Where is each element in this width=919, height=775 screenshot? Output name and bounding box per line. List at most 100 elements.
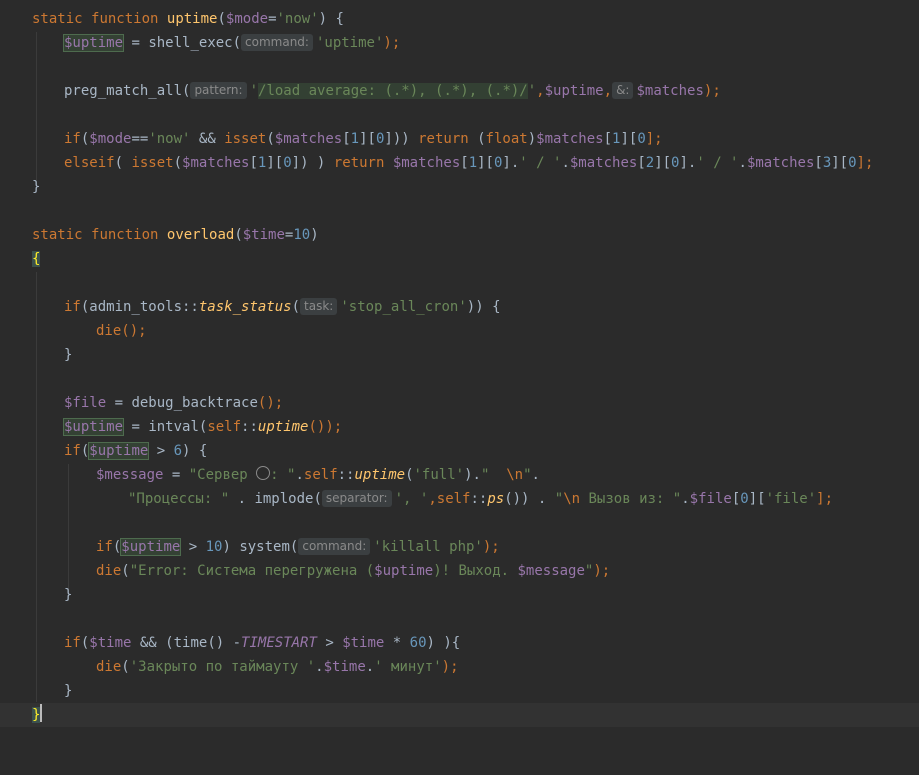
punct: ][: [620, 131, 638, 147]
punct: );: [383, 35, 401, 51]
variable: $matches: [569, 155, 638, 171]
punct: =: [106, 395, 132, 411]
punct: [: [460, 155, 469, 171]
number: 10: [205, 539, 223, 555]
punct: =: [123, 419, 149, 435]
code-line: }: [0, 679, 919, 703]
punct: ,: [428, 491, 437, 507]
keyword: die: [96, 323, 122, 339]
static-method: uptime: [257, 419, 309, 435]
closing-brace: }: [64, 587, 73, 603]
string: ": [523, 467, 532, 483]
punct: ][: [654, 155, 672, 171]
variable-highlighted: $uptime: [88, 442, 150, 460]
parameter-hint: command:: [241, 34, 313, 51]
punct: (: [114, 155, 132, 171]
code-editor[interactable]: static function uptime($mode='now') { $u…: [0, 0, 919, 749]
punct: (: [468, 131, 486, 147]
punct: &&: [190, 131, 225, 147]
punct: ::: [337, 467, 355, 483]
punct: .: [681, 491, 690, 507]
number: 2: [645, 155, 655, 171]
variable-highlighted: $uptime: [62, 34, 125, 52]
function-name: uptime: [166, 11, 218, 27]
punct: >: [180, 539, 206, 555]
string: ' минут': [374, 659, 442, 675]
string: ": [480, 467, 507, 483]
static-method: uptime: [354, 467, 406, 483]
string: ': [527, 83, 537, 99]
number: 0: [740, 491, 749, 507]
punct: ];: [645, 131, 663, 147]
punct: ());: [308, 419, 343, 435]
string: 'killall php': [373, 539, 483, 555]
punct: ();: [257, 395, 284, 411]
punct: ][: [831, 155, 849, 171]
string: ': [249, 83, 259, 99]
code-line: preg_match_all(pattern: '/load average: (…: [0, 79, 919, 103]
punct: ,: [536, 83, 545, 99]
emoji-icon: [256, 466, 271, 480]
variable: $matches: [636, 83, 704, 99]
punct: ==: [131, 131, 149, 147]
punct: );: [482, 539, 500, 555]
punct: .: [472, 467, 481, 483]
parameter-hint: command:: [298, 538, 371, 555]
parameter-hint: pattern:: [190, 82, 247, 99]
keyword: if: [64, 131, 81, 147]
function-call: system(: [239, 539, 299, 555]
code-line: if(admin_tools::task_status(task:'stop_a…: [0, 295, 919, 319]
punct: ,: [603, 83, 613, 99]
string: ' / ': [696, 155, 739, 171]
code-line: if($mode=='now' && isset($matches[1][0])…: [0, 127, 919, 151]
code-line: {: [0, 247, 919, 271]
variable: $time: [342, 635, 385, 651]
number: 6: [173, 443, 183, 459]
punct: );: [593, 563, 611, 579]
variable: $file: [64, 395, 107, 411]
code-line: }: [0, 343, 919, 367]
punct: (: [173, 155, 183, 171]
function-call: preg_match_all(: [64, 83, 191, 99]
punct: .: [315, 659, 324, 675]
code-line: die();: [0, 319, 919, 343]
string: 'now': [148, 131, 191, 147]
punct: .: [738, 155, 747, 171]
function-call: intval(: [148, 419, 208, 435]
number: 0: [848, 155, 857, 171]
text-caret: [40, 704, 43, 722]
string: : ": [270, 467, 296, 483]
punct: =: [123, 35, 149, 51]
keyword: if: [64, 635, 81, 651]
punct: >: [148, 443, 174, 459]
punct: [384, 155, 392, 171]
parameter-hint: separator:: [321, 490, 392, 507]
punct: );: [441, 659, 459, 675]
keyword: self: [436, 491, 471, 507]
keyword: isset: [224, 131, 267, 147]
keyword: isset: [131, 155, 174, 171]
variable: $uptime: [544, 83, 604, 99]
punct: ::: [241, 419, 258, 435]
punct: .: [365, 659, 375, 675]
constant: TIMESTART: [241, 635, 317, 651]
string: 'file': [765, 491, 817, 507]
variable: $matches: [746, 155, 815, 171]
function-call: shell_exec(: [148, 35, 242, 51]
code-line: if($uptime > 6) {: [0, 439, 919, 463]
punct: ) ){: [426, 635, 461, 651]
keyword: function: [91, 11, 159, 27]
string: "Error: Система перегружена (: [129, 563, 375, 579]
punct: [: [342, 131, 351, 147]
string: 'now': [276, 11, 319, 27]
keyword: if: [64, 299, 81, 315]
variable-highlighted: $uptime: [62, 418, 125, 436]
punct: [: [814, 155, 823, 171]
keyword: function: [91, 227, 159, 243]
variable: $matches: [392, 155, 461, 171]
code-line: elseif( isset($matches[1][0]) ) return $…: [0, 151, 919, 175]
variable: $uptime: [374, 563, 434, 579]
punct: (: [121, 659, 130, 675]
keyword: if: [64, 443, 81, 459]
punct: [: [731, 491, 741, 507]
